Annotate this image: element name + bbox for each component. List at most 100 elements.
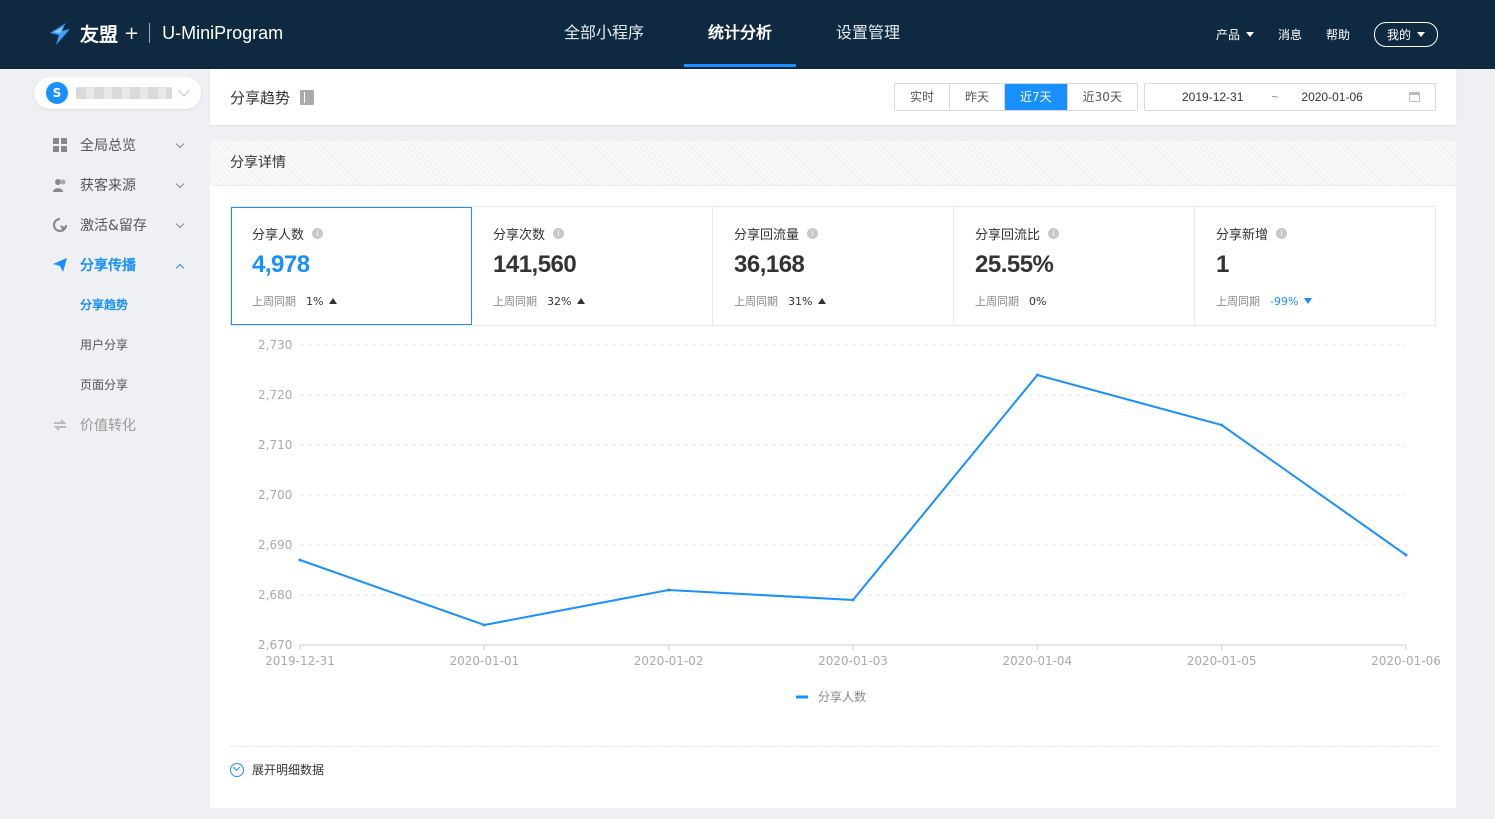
nav-statistics[interactable]: 统计分析 (684, 0, 797, 69)
metric-value: 25.55% (975, 251, 1054, 278)
y-tick-label: 2,670 (258, 638, 292, 652)
data-point (482, 623, 486, 627)
calendar-icon (1409, 92, 1420, 102)
arrow-up-icon (329, 298, 338, 304)
cursor-icon (52, 217, 68, 233)
y-tick-label: 2,700 (258, 488, 292, 502)
expand-detail-button[interactable]: 展开明细数据 (230, 761, 324, 778)
sidebar-item-sharing[interactable]: 分享传播 (0, 245, 210, 285)
miniprogram-icon: S (46, 82, 68, 104)
sidebar-subitem-user-share[interactable]: 用户分享 (0, 325, 210, 365)
x-tick-label: 2020-01-03 (818, 654, 888, 668)
product-menu-label: 产品 (1215, 28, 1240, 42)
data-point (851, 598, 855, 602)
compare-percent: 31% (788, 294, 813, 308)
sidebar-item-retention[interactable]: 激活&留存 (0, 205, 210, 245)
range-tab-yesterday[interactable]: 昨天 (950, 84, 1006, 110)
metric-card-backflow-ratio[interactable]: 分享回流比 i 25.55% 上周同期 0% (954, 207, 1195, 325)
info-icon[interactable]: i (1276, 228, 1288, 239)
time-range-tabs: 实时 昨天 近7天 近30天 (894, 83, 1138, 111)
x-tick-label: 2020-01-05 (1187, 654, 1257, 668)
metric-label: 分享回流量 (734, 228, 800, 243)
sidebar-item-overview[interactable]: 全局总览 (0, 125, 210, 165)
send-icon (52, 257, 68, 273)
arrow-down-icon (1304, 298, 1313, 304)
x-tick-label: 2020-01-04 (1002, 654, 1072, 668)
compare-label: 上周同期 (252, 295, 296, 308)
brand-logo[interactable]: 友盟 + U-MiniProgram (46, 18, 283, 48)
page-title: 分享趋势 (230, 87, 315, 108)
metric-card-backflow[interactable]: 分享回流量 i 36,168 上周同期 31% (713, 207, 954, 325)
metric-compare: 上周同期 0% (975, 293, 1046, 309)
product-menu[interactable]: 产品 (1216, 26, 1254, 43)
date-range-picker[interactable]: 2019-12-31 ~ 2020-01-06 (1144, 83, 1436, 111)
sidebar-menu: 全局总览 获客来源 激活&留存 分享传播 分享趋势 用户分享 页面分享 价值转化 (0, 125, 210, 445)
chevron-circle-down-icon (230, 762, 244, 777)
users-icon (52, 177, 68, 193)
help-link[interactable]: 帮助 (1326, 26, 1350, 43)
range-tab-realtime[interactable]: 实时 (895, 84, 951, 110)
metric-label: 分享回流比 (975, 228, 1041, 243)
caret-down-icon (1245, 32, 1254, 37)
metric-compare: 上周同期 32% (493, 293, 586, 309)
brand-plus: + (124, 22, 140, 44)
sidebar-subitem-page-share[interactable]: 页面分享 (0, 365, 210, 405)
info-icon[interactable]: i (553, 228, 565, 239)
product-name: U-MiniProgram (162, 22, 284, 43)
metric-cards: 分享人数 i 4,978 上周同期 1% 分享次数 i 141,560 上周同期 32%… (230, 206, 1436, 326)
grid-icon (52, 137, 68, 153)
date-separator: ~ (1271, 90, 1279, 104)
sidebar-item-label: 激活&留存 (80, 218, 147, 234)
nav-all-miniprograms[interactable]: 全部小程序 (540, 0, 668, 69)
metric-value: 141,560 (493, 251, 577, 278)
brand-divider (149, 23, 151, 43)
y-tick-label: 2,720 (258, 388, 292, 402)
page-header: 分享趋势 实时 昨天 近7天 近30天 2019-12-31 ~ 2020-01… (210, 69, 1456, 125)
x-tick-label: 2020-01-06 (1371, 654, 1441, 668)
share-detail-panel: 分享详情 分享人数 i 4,978 上周同期 1% 分享次数 i 141,560 上周… (210, 141, 1456, 808)
data-point (298, 558, 302, 562)
info-icon[interactable]: i (1048, 228, 1060, 239)
sidebar-item-label: 全局总览 (80, 138, 136, 154)
caret-down-icon (1417, 32, 1425, 37)
metric-card-new-users[interactable]: 分享新增 i 1 上周同期 -99% (1195, 207, 1435, 325)
data-point (667, 588, 671, 592)
date-end: 2020-01-06 (1301, 90, 1363, 104)
page-title-text: 分享趋势 (230, 89, 291, 107)
info-icon[interactable]: i (807, 228, 819, 239)
range-tab-7days[interactable]: 近7天 (1005, 84, 1068, 110)
compare-percent: -99% (1270, 294, 1299, 308)
sidebar-item-label: 价值转化 (80, 418, 136, 434)
compare-label: 上周同期 (493, 295, 537, 308)
nav-settings[interactable]: 设置管理 (812, 0, 924, 69)
metric-label-row: 分享人数 i (252, 224, 471, 243)
my-account-button[interactable]: 我的 (1373, 22, 1438, 47)
x-tick-label: 2020-01-02 (634, 654, 704, 668)
app-selector[interactable]: S (34, 77, 201, 109)
top-right-menu: 产品 消息 帮助 我的 (1192, 22, 1438, 47)
compare-percent: 1% (306, 294, 324, 308)
divider (230, 746, 1436, 747)
range-tab-30days[interactable]: 近30天 (1068, 84, 1137, 110)
app-name-blurred (76, 87, 172, 99)
metric-compare: 上周同期 1% (252, 293, 338, 309)
book-icon[interactable] (300, 90, 315, 105)
metric-card-sharers[interactable]: 分享人数 i 4,978 上周同期 1% (231, 207, 472, 325)
info-icon[interactable]: i (312, 228, 324, 239)
metric-label-row: 分享回流量 i (734, 224, 953, 243)
metric-compare: 上周同期 -99% (1216, 293, 1313, 309)
sidebar-item-conversion[interactable]: 价值转化 (0, 405, 210, 445)
metric-label-row: 分享新增 i (1216, 224, 1435, 243)
metric-card-share-count[interactable]: 分享次数 i 141,560 上周同期 32% (472, 207, 713, 325)
section-title: 分享详情 (210, 141, 1456, 186)
y-tick-label: 2,730 (258, 338, 292, 352)
messages-link[interactable]: 消息 (1278, 26, 1302, 43)
sidebar-subitem-share-trend[interactable]: 分享趋势 (0, 285, 210, 325)
sidebar-item-acquisition[interactable]: 获客来源 (0, 165, 210, 205)
compare-percent: 0% (1029, 294, 1047, 308)
metric-label: 分享人数 (252, 228, 305, 243)
metric-label: 分享次数 (493, 228, 546, 243)
top-bar: 友盟 + U-MiniProgram 全部小程序 统计分析 设置管理 产品 消息… (0, 0, 1495, 69)
metric-value: 4,978 (252, 251, 310, 278)
data-point (1404, 553, 1408, 557)
